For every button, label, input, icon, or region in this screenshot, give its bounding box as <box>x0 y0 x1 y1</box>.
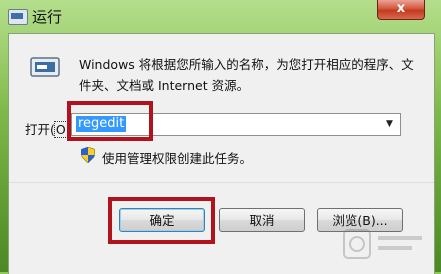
window-title: 运行 <box>32 8 63 26</box>
ok-highlight-box <box>108 197 215 244</box>
close-icon: x <box>396 1 406 16</box>
open-label-accelerator: O <box>53 121 68 138</box>
dropdown-arrow-icon[interactable]: ▼ <box>381 114 398 135</box>
close-button[interactable]: x <box>377 0 425 20</box>
shield-icon <box>81 147 95 163</box>
open-label-prefix: 打开( <box>25 122 55 137</box>
run-icon <box>30 57 60 77</box>
admin-note: 使用管理权限创建此任务。 <box>102 151 253 166</box>
run-window-icon <box>8 9 28 25</box>
cancel-button[interactable]: 取消 <box>219 208 305 232</box>
watermark-logo <box>343 229 422 259</box>
description-text: Windows 将根据您所输入的名称，为您打开相应的程序、文件夹、文档或 Int… <box>79 57 414 93</box>
title-bar[interactable]: 运行 x <box>0 0 441 32</box>
input-highlight-box <box>67 101 153 141</box>
